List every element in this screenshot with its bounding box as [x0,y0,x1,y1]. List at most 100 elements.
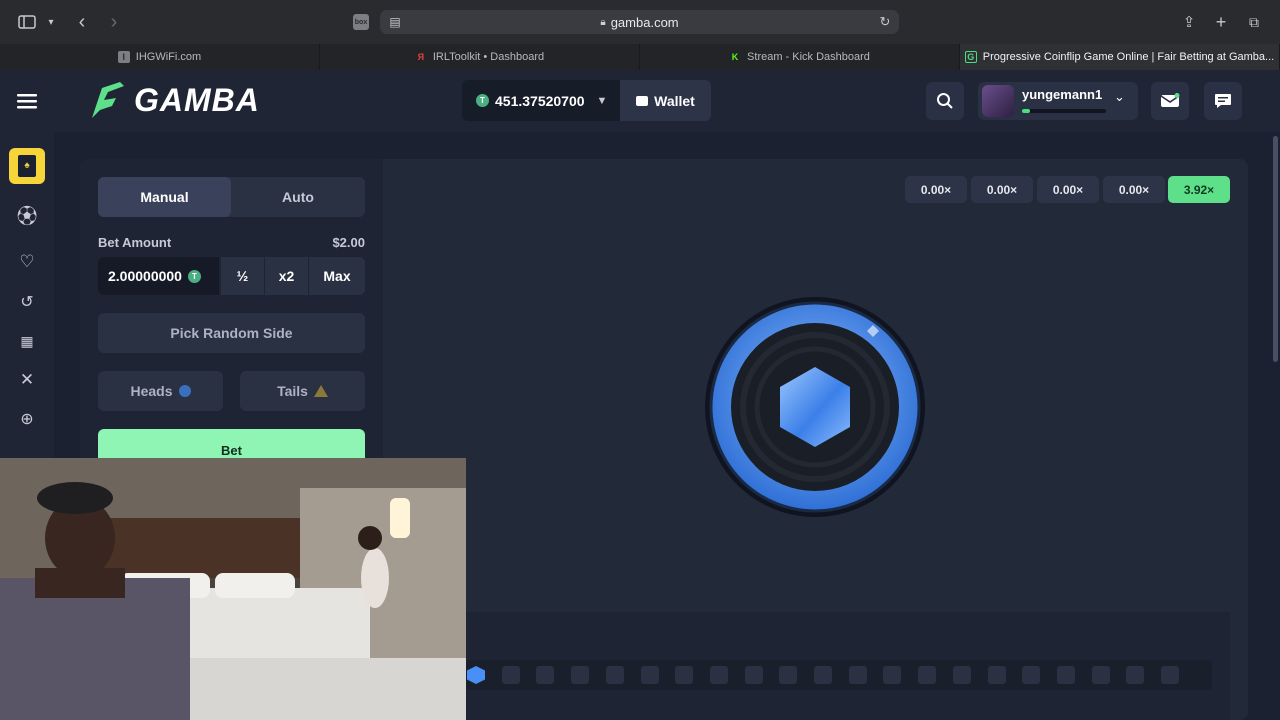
wallet-button[interactable]: Wallet [620,80,711,121]
search-icon [937,93,953,109]
tab-manual[interactable]: Manual [98,177,231,217]
history-square [814,666,832,684]
webcam-overlay [0,458,466,720]
mode-tabs: Manual Auto [98,177,365,217]
tab-auto[interactable]: Auto [231,177,365,217]
mail-icon [1160,93,1180,107]
history-square [883,666,902,684]
username: yungemann1 [1022,87,1103,102]
cards-glyph: ♠ [18,155,36,177]
double-button[interactable]: x2 [265,257,308,295]
forward-icon[interactable]: › [104,11,124,33]
swords-icon[interactable]: ✕ [9,362,45,398]
tab-kick[interactable]: K Stream - Kick Dashboard [640,44,960,70]
history-icon[interactable]: ↺ [9,284,45,320]
back-icon[interactable]: ‹ [72,11,92,33]
multiplier-chip: 0.00× [1103,176,1165,203]
wallet-label: Wallet [654,92,695,109]
new-tab-icon[interactable]: + [1211,11,1231,33]
chat-button[interactable] [1204,82,1242,120]
tab-title: IRLToolkit • Dashboard [432,51,545,63]
webcam-feed-image [0,458,466,720]
bet-amount-row: Bet Amount $2.00 [98,235,365,250]
chevron-down-icon[interactable]: ▾ [44,14,58,30]
pick-random-side-button[interactable]: Pick Random Side [98,313,365,353]
gamba-logo-mark-icon [92,82,124,118]
target-icon[interactable]: ⊕ [9,401,45,437]
multiplier-chip: 0.00× [1037,176,1099,203]
reload-icon[interactable]: ↻ [877,13,893,31]
bet-button[interactable]: Bet [98,429,365,460]
balance-selector[interactable]: T 451.37520700 ▼ [462,80,620,121]
page-menu-icon[interactable]: ▤ [388,14,402,30]
chevron-down-icon: ⌄ [1114,89,1125,104]
history-square [1091,666,1110,684]
max-button[interactable]: Max [309,257,365,295]
tab-overview-icon[interactable]: ⧉ [1244,11,1264,33]
history-square [605,666,624,684]
heads-coin-icon [178,385,191,397]
token-icon: T [476,94,489,107]
tails-button[interactable]: Tails [240,371,365,411]
irltoolkit-favicon-icon: Я [417,52,425,62]
history-square [571,666,590,684]
coin-graphic [705,297,925,517]
history-square [1022,666,1041,684]
search-button[interactable] [926,82,964,120]
history-square [1161,666,1179,684]
mail-button[interactable] [1151,82,1189,120]
tab-irltoolkit[interactable]: Я IRLToolkit • Dashboard [320,44,640,70]
avatar [982,85,1014,117]
page-scrollbar[interactable] [1273,136,1278,362]
bet-amount-input[interactable]: 2.00000000 T [98,257,219,295]
site-header: GAMBA T 451.37520700 ▼ Wallet yungemann1… [0,70,1280,132]
history-square [952,666,971,684]
history-square [987,666,1006,684]
chevron-down-icon: ▼ [596,94,608,107]
heads-label: Heads [130,383,173,399]
address-bar[interactable]: ▤ 🔒︎ gamba.com ↻ [380,10,899,34]
multiplier-chip-current: 3.92× [1168,176,1230,203]
tab-title: Progressive Coinflip Game Online | Fair … [982,51,1275,63]
sports-ball-icon[interactable]: ⚽︎ [9,196,45,232]
xp-progress-fill [1022,109,1031,113]
share-icon[interactable]: ⇪ [1179,11,1199,33]
xp-progress-bar [1022,109,1106,113]
sidebar-toggle-icon[interactable] [16,12,38,32]
history-square [918,666,937,684]
history-square [640,666,659,684]
gamba-favicon-icon: G [964,51,977,63]
multiplier-chip: 0.00× [905,176,967,203]
history-square [779,666,798,684]
hamburger-menu-icon[interactable] [14,90,40,112]
cards-icon[interactable]: ♠ [9,148,45,184]
history-square [848,666,867,684]
tails-triangle-icon [313,385,328,397]
tab-gamba[interactable]: G Progressive Coinflip Game Online | Fai… [960,44,1280,70]
multiplier-chip: 0.00× [971,176,1033,203]
ihg-favicon-icon: I [117,51,130,63]
bet-amount-label: Bet Amount [98,235,172,250]
wallet-icon [636,95,649,106]
user-menu[interactable]: yungemann1 ⌄ [978,82,1138,120]
history-square [744,666,763,684]
extension-icon[interactable]: box [353,14,369,30]
tab-strip: I IHGWiFi.com Я IRLToolkit • Dashboard K… [0,44,1280,70]
lock-icon: 🔒︎ [600,16,606,28]
heart-icon[interactable]: ♡ [9,244,45,280]
half-button[interactable]: ½ [221,257,264,295]
history-square [709,666,728,684]
bet-amount-value: 2.00000000 [108,268,182,284]
tab-title: Stream - Kick Dashboard [747,51,870,63]
tab-ihgwifi[interactable]: I IHGWiFi.com [0,44,320,70]
gamba-logo[interactable]: GAMBA [90,78,260,122]
heads-button[interactable]: Heads [98,371,223,411]
tails-label: Tails [277,383,308,399]
history-square [536,666,555,684]
history-square [675,666,694,684]
building-icon[interactable]: ▦ [9,323,45,359]
token-icon: T [187,269,201,283]
history-square [1056,666,1075,684]
chat-icon [1215,94,1231,108]
browser-toolbar: ▾ ‹ › box ▤ 🔒︎ gamba.com ↻ ⇪ + ⧉ [0,0,1280,44]
